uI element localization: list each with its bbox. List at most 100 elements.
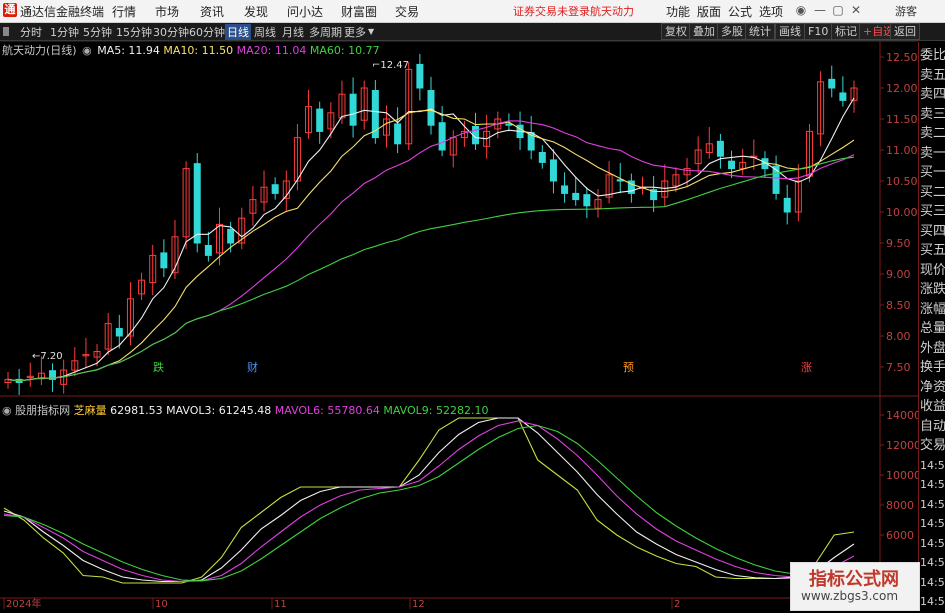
period-1min[interactable]: 1分钟 xyxy=(50,24,79,40)
menu-zixun[interactable]: 资讯 xyxy=(200,3,224,20)
user-icon[interactable]: ◉ xyxy=(795,4,807,16)
candle-body xyxy=(416,63,424,89)
side-label[interactable]: 14:56 xyxy=(920,590,945,613)
watermark-title: 指标公式网 xyxy=(809,569,899,590)
menu-gongshi[interactable]: 公式 xyxy=(728,3,752,20)
price-tick-label: 8.00 xyxy=(886,330,911,343)
indicator-settings-icon[interactable]: ◉ xyxy=(2,404,12,417)
period-daily[interactable]: 日线 xyxy=(225,24,251,40)
price-tick-label: 7.50 xyxy=(886,361,911,374)
duogu-button[interactable]: 多股 xyxy=(717,23,747,40)
mavol9-value: MAVOL9: 52282.10 xyxy=(383,404,489,417)
period-multi[interactable]: 多周期 xyxy=(309,24,342,40)
x-tick-label: 10 xyxy=(155,599,168,609)
candle-body xyxy=(572,192,580,201)
candle-body xyxy=(271,184,279,194)
menu-wenxiaoda[interactable]: 问小达 xyxy=(287,3,323,20)
quote-side-strip: 委比 卖五 卖四 卖三 卖二 卖一 买一 买二 买三 买四 买五 现价 涨跌 涨幅 总量 外盘 换手 净资 收益 自动… xyxy=(918,42,945,609)
candle-body xyxy=(316,108,324,132)
low-price-label: ←7.20 xyxy=(32,351,63,362)
menu-hangqing[interactable]: 行情 xyxy=(112,3,136,20)
period-30min[interactable]: 30分钟 xyxy=(153,24,189,40)
menu-jiaoyi[interactable]: 交易 xyxy=(395,3,419,20)
menu-gongneng[interactable]: 功能 xyxy=(666,3,690,20)
candle-body xyxy=(728,160,736,170)
price-tick-label: 10.50 xyxy=(886,175,918,188)
stock-name-title: 航天动力 xyxy=(590,5,634,18)
minimize-icon[interactable]: — xyxy=(814,4,826,16)
mavol3-value: MAVOL3: 61245.48 xyxy=(166,404,272,417)
indicator-series-line xyxy=(3,417,855,583)
more-chevron-icon[interactable]: ▼ xyxy=(368,27,374,36)
price-tick-label: 10.00 xyxy=(886,206,918,219)
diejia-button[interactable]: 叠加 xyxy=(689,23,719,40)
candle-body xyxy=(828,78,836,89)
event-marker: 涨 xyxy=(801,361,812,374)
event-marker: 财 xyxy=(247,360,258,374)
candle-body xyxy=(394,123,402,145)
candle-body xyxy=(839,92,847,101)
ma60-value: MA60: 10.77 xyxy=(309,44,380,57)
menu-xuanxiang[interactable]: 选项 xyxy=(759,3,783,20)
period-weekly[interactable]: 周线 xyxy=(254,24,276,40)
watermark: 指标公式网 www.zbgs3.com xyxy=(790,562,920,611)
high-price-label: ⌐12.47 xyxy=(372,60,409,71)
period-5min[interactable]: 5分钟 xyxy=(83,24,112,40)
x-tick-label: 2024年 xyxy=(6,597,41,609)
indicator-source: 股朋指标网 xyxy=(15,404,71,417)
candle-body xyxy=(549,159,557,182)
candle-body xyxy=(716,140,724,157)
candle-body xyxy=(783,197,791,213)
menu-faxian[interactable]: 发现 xyxy=(244,3,268,20)
candle-body xyxy=(538,151,546,163)
period-15min[interactable]: 15分钟 xyxy=(116,24,152,40)
ma10-line xyxy=(7,109,855,382)
fuquan-button[interactable]: 复权 xyxy=(661,23,691,40)
candle-body xyxy=(583,194,591,207)
candle-body xyxy=(349,93,357,126)
indicator-series-line xyxy=(3,424,855,582)
price-tick-label: 12.00 xyxy=(886,82,918,95)
ma60-line xyxy=(7,156,855,382)
candle-body xyxy=(115,328,123,337)
close-icon[interactable]: ✕ xyxy=(850,4,862,16)
ma10-value: MA10: 11.50 xyxy=(163,44,234,57)
mavol6-value: MAVOL6: 55780.64 xyxy=(274,404,380,417)
restore-icon[interactable]: ▢ xyxy=(832,4,844,16)
period-more[interactable]: 更多 xyxy=(344,24,366,40)
period-fenshi[interactable]: 分时 xyxy=(20,24,42,40)
toolbar-grip-icon xyxy=(3,27,9,36)
candle-body xyxy=(227,228,235,244)
ma20-value: MA20: 11.04 xyxy=(236,44,307,57)
indicator-tick-label: 12000 xyxy=(886,439,918,452)
x-tick-label: 2 xyxy=(674,599,680,609)
biaoji-button[interactable]: 标记 xyxy=(831,23,861,40)
huaxian-button[interactable]: 画线 xyxy=(775,23,805,40)
candle-body xyxy=(427,89,435,126)
ma20-line xyxy=(7,120,855,382)
menu-caifuquan[interactable]: 财富圈 xyxy=(341,3,377,20)
candle-body xyxy=(438,122,446,151)
kline-chart-area[interactable]: 12.50 12.00 11.50 11.00 10.50 10.00 9.50 9.00 8.… xyxy=(0,41,918,609)
menu-shichang[interactable]: 市场 xyxy=(155,3,179,20)
ma-settings-icon[interactable]: ◉ xyxy=(82,44,92,57)
trade-login-warning[interactable]: 证券交易未登录 xyxy=(513,3,590,19)
period-60min[interactable]: 60分钟 xyxy=(189,24,225,40)
f10-button[interactable]: F10 xyxy=(804,23,833,40)
user-label[interactable]: 游客 xyxy=(895,3,917,19)
candle-body xyxy=(505,123,513,126)
title-menu-bar: 通 通达信金融终端 行情 市场 资讯 发现 问小达 财富圈 交易 证券交易未登录… xyxy=(0,0,945,23)
period-monthly[interactable]: 月线 xyxy=(282,24,304,40)
event-marker: 跌 xyxy=(153,360,164,374)
x-tick-label: 11 xyxy=(274,599,287,609)
tongji-button[interactable]: 统计 xyxy=(745,23,775,40)
menu-banmian[interactable]: 版面 xyxy=(697,3,721,20)
indicator-name: 芝麻量 xyxy=(73,404,107,417)
candle-body xyxy=(160,252,168,269)
price-tick-label: 12.50 xyxy=(886,51,918,64)
back-button[interactable]: 返回 xyxy=(890,23,920,40)
candle-body xyxy=(193,163,201,244)
event-marker: 预 xyxy=(623,361,634,374)
indicator-value: 62981.53 xyxy=(110,404,163,417)
period-toolbar: 分时 1分钟 5分钟 15分钟 30分钟 60分钟 日线 周线 月线 多周期 更… xyxy=(0,23,945,41)
